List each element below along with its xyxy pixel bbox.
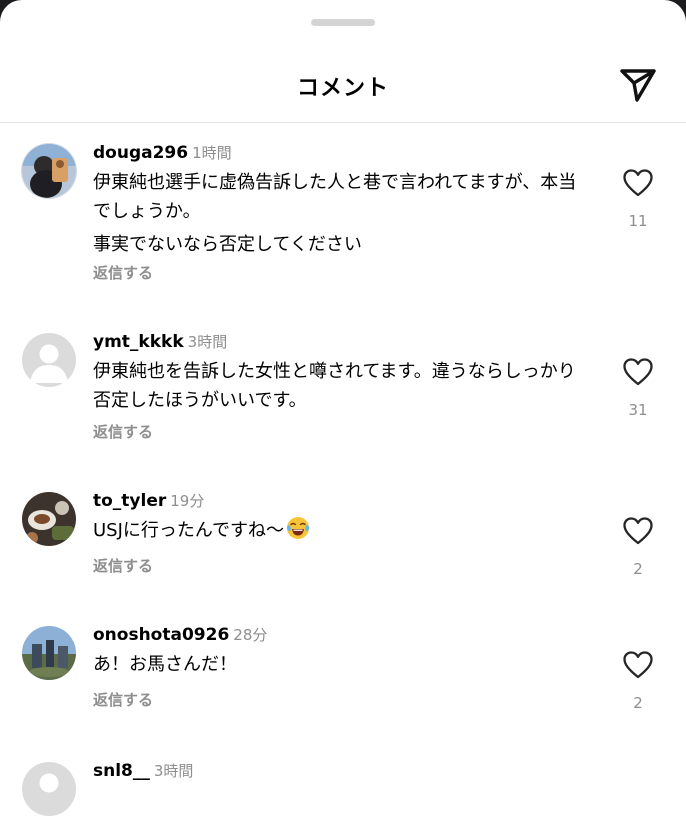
heart-icon[interactable] bbox=[622, 357, 654, 387]
username[interactable]: to_tyler bbox=[93, 491, 166, 511]
comment-meta: douga296 1時間 bbox=[93, 142, 232, 163]
reply-button[interactable]: 返信する bbox=[93, 689, 153, 710]
comment-meta: ymt_kkkk 3時間 bbox=[93, 331, 227, 352]
like-count: 11 bbox=[628, 212, 648, 230]
comment-meta: onoshota0926 28分 bbox=[93, 624, 267, 645]
comment-meta: snl8__ 3時間 bbox=[93, 760, 193, 781]
avatar[interactable] bbox=[22, 333, 76, 387]
avatar[interactable] bbox=[22, 144, 76, 198]
paper-plane-icon[interactable] bbox=[618, 64, 658, 104]
heart-icon[interactable] bbox=[622, 650, 654, 680]
timestamp: 3時間 bbox=[153, 762, 194, 780]
username[interactable]: douga296 bbox=[93, 143, 188, 163]
reply-button[interactable]: 返信する bbox=[93, 262, 153, 283]
like-count: 2 bbox=[633, 560, 643, 578]
username[interactable]: snl8__ bbox=[93, 761, 150, 781]
comment-line: あ！お馬さんだ！ bbox=[93, 654, 237, 675]
comment-line: 事実でないなら否定してください bbox=[93, 234, 362, 255]
heart-icon[interactable] bbox=[622, 168, 654, 198]
comment-line: 伊東純也選手に虚偽告訴した人と巷で言われてますが、本当でしょうか。 bbox=[93, 172, 577, 222]
comment-meta: to_tyler 19分 bbox=[93, 490, 204, 511]
comments-sheet: コメント douga296 1時間 伊東純也選手に虚偽告訴した人と巷で言われてます… bbox=[0, 0, 686, 816]
like-count: 31 bbox=[628, 401, 648, 419]
username[interactable]: ymt_kkkk bbox=[93, 332, 184, 352]
timestamp: 3時間 bbox=[187, 333, 228, 351]
avatar[interactable] bbox=[22, 626, 76, 680]
timestamp: 19分 bbox=[170, 492, 205, 510]
comment-text: 伊東純也選手に虚偽告訴した人と巷で言われてますが、本当でしょうか。 事実でないな… bbox=[93, 168, 593, 259]
username[interactable]: onoshota0926 bbox=[93, 625, 229, 645]
heart-icon[interactable] bbox=[622, 516, 654, 546]
timestamp: 1時間 bbox=[192, 144, 232, 162]
comment-text: 伊東純也を告訴した女性と噂されてます。違うならしっかり否定したほうがいいです。 bbox=[93, 357, 593, 415]
like-count: 2 bbox=[633, 694, 643, 712]
comment-line: USJに行ったんですね〜 bbox=[93, 516, 593, 545]
avatar[interactable] bbox=[22, 492, 76, 546]
comment-line-text: USJに行ったんですね〜 bbox=[93, 520, 285, 541]
tears-of-joy-emoji bbox=[287, 517, 310, 539]
reply-button[interactable]: 返信する bbox=[93, 555, 153, 576]
header-divider bbox=[0, 122, 686, 123]
reply-button[interactable]: 返信する bbox=[93, 421, 153, 442]
timestamp: 28分 bbox=[233, 626, 268, 644]
avatar[interactable] bbox=[22, 762, 76, 816]
sheet-title: コメント bbox=[296, 76, 389, 101]
comment-line: 伊東純也を告訴した女性と噂されてます。違うならしっかり否定したほうがいいです。 bbox=[93, 361, 576, 411]
comment-text: あ！お馬さんだ！ bbox=[93, 650, 593, 679]
drag-handle[interactable] bbox=[311, 19, 375, 26]
comment-text: USJに行ったんですね〜 bbox=[93, 516, 593, 545]
